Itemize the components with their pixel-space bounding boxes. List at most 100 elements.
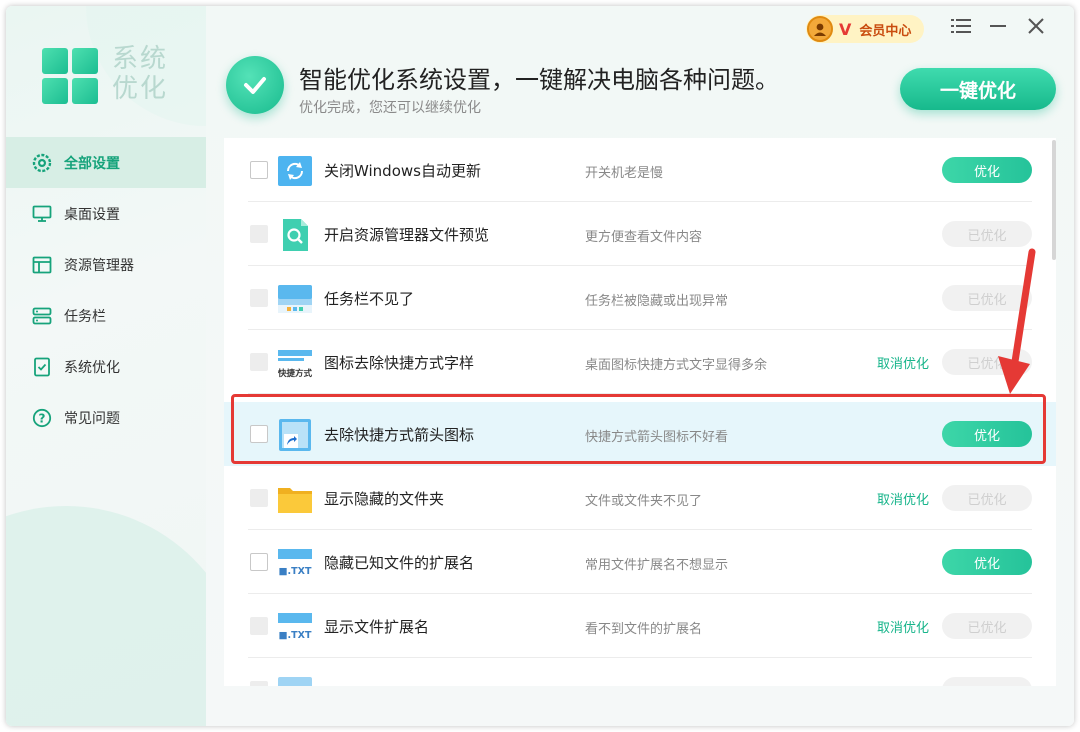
optimize-button[interactable]: 优化 bbox=[942, 421, 1032, 447]
row-checkbox[interactable] bbox=[250, 353, 268, 371]
sidebar-item-all-settings[interactable]: 全部设置 bbox=[6, 137, 206, 188]
list-item: 显示隐藏的文件夹 文件或文件夹不见了 取消优化 已优化 bbox=[224, 466, 1056, 530]
update-icon bbox=[278, 154, 312, 188]
row-description: 常用文件扩展名不想显示 bbox=[585, 558, 729, 573]
sidebar-item-label: 桌面设置 bbox=[64, 206, 120, 223]
status-text: 优化完成，您还可以继续优化 bbox=[299, 100, 481, 116]
sidebar-item-label: 全部设置 bbox=[64, 155, 120, 172]
one-click-optimize-button[interactable]: 一键优化 bbox=[900, 68, 1056, 110]
row-description: 更方便查看文件内容 bbox=[585, 230, 703, 245]
cancel-optimize-link[interactable]: 取消优化 bbox=[877, 617, 929, 636]
row-title: 显示隐藏的文件夹 bbox=[324, 490, 445, 508]
list-item: 任务栏不见了 任务栏被隐藏或出现异常 已优化 bbox=[224, 266, 1056, 330]
vip-center-button[interactable]: V 会员中心 bbox=[806, 15, 924, 43]
close-button[interactable] bbox=[1024, 16, 1048, 40]
window-icon bbox=[32, 255, 52, 275]
sidebar-item-label: 系统优化 bbox=[64, 359, 120, 376]
row-description: 文件或文件夹不见了 bbox=[585, 494, 703, 509]
list-item-partial bbox=[224, 658, 1056, 686]
taskbar-window-icon bbox=[278, 282, 312, 316]
row-description: 看不到文件的扩展名 bbox=[585, 622, 703, 637]
list-item: ■.TXT 显示文件扩展名 看不到文件的扩展名 取消优化 已优化 bbox=[224, 594, 1056, 658]
vip-badge: V bbox=[839, 19, 852, 39]
list-item: 开启资源管理器文件预览 更方便查看文件内容 已优化 bbox=[224, 202, 1056, 266]
sidebar-item-label: 任务栏 bbox=[64, 308, 106, 325]
optimized-button[interactable] bbox=[942, 677, 1032, 686]
row-checkbox[interactable] bbox=[250, 489, 268, 507]
avatar bbox=[807, 16, 833, 42]
sidebar-item-desktop[interactable]: 桌面设置 bbox=[6, 188, 206, 239]
menu-button[interactable] bbox=[949, 16, 973, 40]
row-title: 隐藏已知文件的扩展名 bbox=[324, 554, 475, 572]
sidebar-item-label: 常见问题 bbox=[64, 410, 120, 427]
optimized-button[interactable]: 已优化 bbox=[942, 485, 1032, 511]
desktop-window-icon bbox=[278, 674, 312, 686]
app-window: 系统优化 全部设置 桌面设置 资源管理器 任务栏 系统优化 ? 常见问题 智能优… bbox=[6, 6, 1074, 726]
svg-text:?: ? bbox=[39, 411, 46, 425]
minimize-icon bbox=[989, 17, 1007, 39]
row-title: 任务栏不见了 bbox=[324, 290, 415, 308]
question-icon: ? bbox=[32, 408, 52, 428]
row-title: 显示文件扩展名 bbox=[324, 618, 430, 636]
txt-file-icon: ■.TXT bbox=[278, 546, 312, 580]
page-title: 智能优化系统设置，一键解决电脑各种问题。 bbox=[299, 66, 779, 94]
taskbar-icon bbox=[32, 306, 52, 326]
optimized-button[interactable]: 已优化 bbox=[942, 613, 1032, 639]
cancel-optimize-link[interactable]: 取消优化 bbox=[877, 489, 929, 508]
sidebar-nav: 全部设置 桌面设置 资源管理器 任务栏 系统优化 ? 常见问题 bbox=[6, 137, 206, 443]
file-preview-icon bbox=[278, 218, 312, 252]
sidebar-item-explorer[interactable]: 资源管理器 bbox=[6, 239, 206, 290]
list-scrollbar[interactable] bbox=[1052, 140, 1056, 260]
row-checkbox[interactable] bbox=[250, 425, 268, 443]
list-item: 快捷方式 图标去除快捷方式字样 桌面图标快捷方式文字显得多余 取消优化 已优化 bbox=[224, 330, 1056, 394]
row-checkbox[interactable] bbox=[250, 617, 268, 635]
row-title: 关闭Windows自动更新 bbox=[324, 162, 481, 180]
shortcut-arrow-icon bbox=[278, 418, 312, 452]
row-description: 快捷方式箭头图标不好看 bbox=[585, 430, 729, 445]
shortcut-text-icon: 快捷方式 bbox=[278, 346, 312, 380]
row-checkbox[interactable] bbox=[250, 225, 268, 243]
optimized-button[interactable]: 已优化 bbox=[942, 285, 1032, 311]
windows-logo-icon bbox=[42, 48, 100, 106]
row-title: 去除快捷方式箭头图标 bbox=[324, 426, 475, 444]
optimize-button[interactable]: 优化 bbox=[942, 157, 1032, 183]
menu-icon bbox=[951, 17, 971, 39]
row-description: 桌面图标快捷方式文字显得多余 bbox=[585, 358, 768, 373]
checklist-icon bbox=[32, 357, 52, 377]
row-title: 开启资源管理器文件预览 bbox=[324, 226, 490, 244]
minimize-button[interactable] bbox=[986, 16, 1010, 40]
row-checkbox[interactable] bbox=[250, 681, 268, 686]
success-check-icon bbox=[226, 56, 284, 114]
header: 智能优化系统设置，一键解决电脑各种问题。 优化完成，您还可以继续优化 V 会员中… bbox=[206, 6, 1074, 136]
txt-label: ■.TXT bbox=[279, 566, 312, 577]
row-description: 开关机老是慢 bbox=[585, 166, 664, 181]
optimized-button[interactable]: 已优化 bbox=[942, 221, 1032, 247]
list-item: 关闭Windows自动更新 开关机老是慢 优化 bbox=[224, 138, 1056, 202]
txt-label: ■.TXT bbox=[279, 630, 312, 641]
optimized-button[interactable]: 已优化 bbox=[942, 349, 1032, 375]
sidebar-item-label: 资源管理器 bbox=[64, 257, 134, 274]
sidebar: 系统优化 全部设置 桌面设置 资源管理器 任务栏 系统优化 ? 常见问题 bbox=[6, 6, 206, 726]
row-checkbox[interactable] bbox=[250, 289, 268, 307]
vip-center-label: 会员中心 bbox=[859, 23, 912, 39]
list-item-selected: 去除快捷方式箭头图标 快捷方式箭头图标不好看 优化 bbox=[224, 402, 1056, 466]
app-logo: 系统优化 bbox=[42, 44, 182, 114]
sidebar-item-taskbar[interactable]: 任务栏 bbox=[6, 290, 206, 341]
gear-icon bbox=[32, 153, 52, 173]
list-item: ■.TXT 隐藏已知文件的扩展名 常用文件扩展名不想显示 优化 bbox=[224, 530, 1056, 594]
row-checkbox[interactable] bbox=[250, 161, 268, 179]
close-icon bbox=[1027, 17, 1045, 39]
folder-icon bbox=[278, 482, 312, 516]
monitor-icon bbox=[32, 204, 52, 224]
sidebar-item-faq[interactable]: ? 常见问题 bbox=[6, 392, 206, 443]
optimize-button[interactable]: 优化 bbox=[942, 549, 1032, 575]
shortcut-text-label: 快捷方式 bbox=[278, 368, 312, 379]
app-logo-text: 系统优化 bbox=[112, 44, 169, 104]
txt-file-icon: ■.TXT bbox=[278, 610, 312, 644]
row-description: 任务栏被隐藏或出现异常 bbox=[585, 294, 729, 309]
cancel-optimize-link[interactable]: 取消优化 bbox=[877, 353, 929, 372]
sidebar-item-system-optimize[interactable]: 系统优化 bbox=[6, 341, 206, 392]
optimization-list: 关闭Windows自动更新 开关机老是慢 优化 开启资源管理器文件预览 更方便查… bbox=[224, 138, 1056, 686]
row-checkbox[interactable] bbox=[250, 553, 268, 571]
row-title: 图标去除快捷方式字样 bbox=[324, 354, 475, 372]
